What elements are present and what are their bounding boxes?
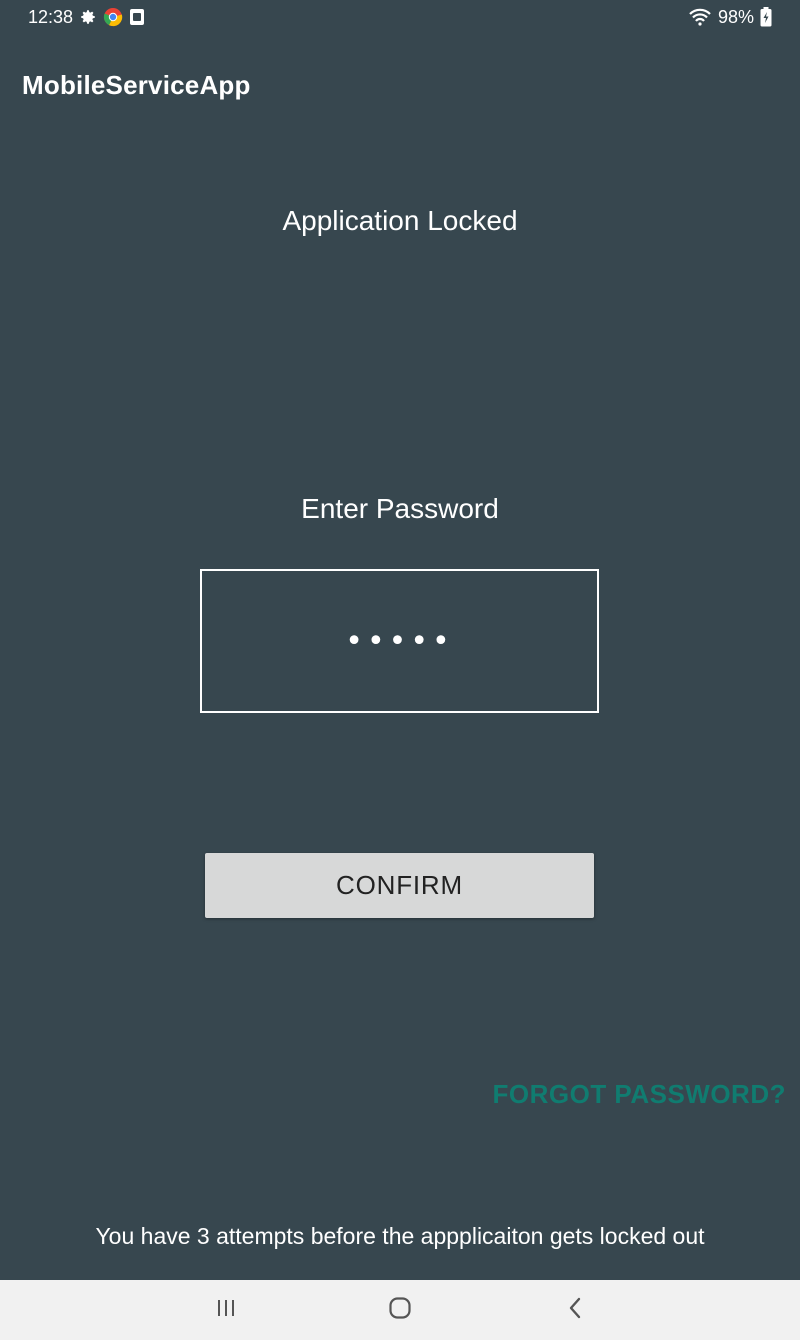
status-time: 12:38 xyxy=(28,6,74,27)
screenshot-icon xyxy=(129,8,145,26)
recents-button[interactable] xyxy=(201,1290,251,1330)
app-title: MobileServiceApp xyxy=(22,70,251,100)
password-input[interactable] xyxy=(202,571,597,711)
home-button[interactable] xyxy=(375,1290,425,1330)
status-right: 98% xyxy=(688,7,772,28)
forgot-password-link[interactable]: FORGOT PASSWORD? xyxy=(492,1079,786,1110)
locked-heading: Application Locked xyxy=(282,205,518,236)
status-bar: 12:38 98% xyxy=(0,0,800,34)
confirm-button[interactable]: CONFIRM xyxy=(205,853,594,918)
back-icon xyxy=(567,1296,583,1325)
navigation-bar xyxy=(0,1280,800,1340)
battery-charging-icon xyxy=(760,7,772,27)
gear-icon xyxy=(79,8,97,26)
password-label: Enter Password xyxy=(301,493,499,524)
wifi-icon xyxy=(688,8,712,26)
recents-icon xyxy=(215,1298,237,1323)
chrome-icon xyxy=(103,7,123,27)
status-left: 12:38 xyxy=(28,7,145,28)
password-field-box[interactable] xyxy=(200,569,599,713)
attempts-message: You have 3 attempts before the appplicai… xyxy=(95,1223,705,1249)
back-button[interactable] xyxy=(550,1290,600,1330)
home-icon xyxy=(388,1296,412,1325)
battery-percent: 98% xyxy=(717,6,754,27)
